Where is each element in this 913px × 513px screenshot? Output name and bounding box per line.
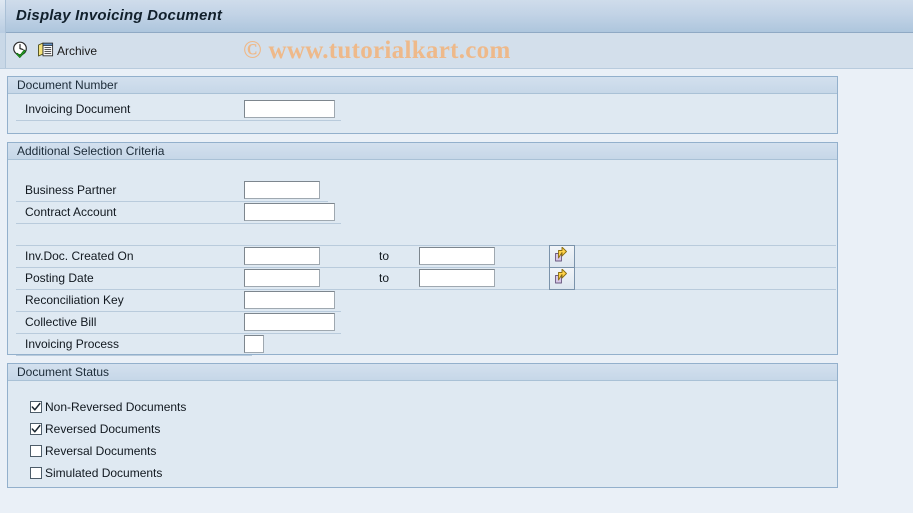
- checkbox-simulated-documents[interactable]: [30, 467, 42, 479]
- input-contract-account[interactable]: [244, 203, 335, 221]
- field-row-collective-bill: Collective Bill: [8, 312, 837, 334]
- label-collective-bill: Collective Bill: [25, 315, 97, 329]
- check-icon: [31, 402, 41, 411]
- application-toolbar: Archive: [0, 33, 913, 69]
- field-underline: [16, 355, 252, 356]
- panel-document-number-header: Document Number: [8, 77, 837, 94]
- input-inv-doc-created-on-to[interactable]: [419, 247, 495, 265]
- checkbox-row-reversed-documents[interactable]: Reversed Documents: [30, 419, 160, 439]
- checkbox-non-reversed-documents[interactable]: [30, 401, 42, 413]
- input-invoicing-document[interactable]: [244, 100, 335, 118]
- field-underline: [16, 223, 341, 224]
- checkbox-label-non-reversed-documents: Non-Reversed Documents: [45, 400, 187, 414]
- multi-selection-button-posting-date[interactable]: [549, 267, 575, 290]
- archive-icon: [37, 42, 54, 61]
- checkbox-label-simulated-documents: Simulated Documents: [45, 466, 163, 480]
- checkbox-row-reversal-documents[interactable]: Reversal Documents: [30, 441, 156, 461]
- input-invoicing-process[interactable]: [244, 335, 264, 353]
- panel-additional-selection-criteria: Additional Selection Criteria Business P…: [7, 142, 838, 356]
- panel-document-status-body: Non-Reversed Documents Reversed Document…: [8, 381, 837, 487]
- field-row-posting-date: Posting Date to: [8, 267, 837, 290]
- label-inv-doc-created-on: Inv.Doc. Created On: [25, 249, 134, 263]
- label-inv-doc-created-on-to: to: [379, 249, 390, 263]
- panel-additional-selection-criteria-header: Additional Selection Criteria: [8, 143, 837, 160]
- field-row-business-partner: Business Partner: [8, 180, 837, 202]
- checkbox-row-simulated-documents[interactable]: Simulated Documents: [30, 463, 162, 483]
- field-row-invoicing-document: Invoicing Document: [8, 99, 837, 121]
- field-row-contract-account: Contract Account: [8, 202, 837, 224]
- clock-check-icon: [12, 41, 29, 61]
- label-reconciliation-key: Reconciliation Key: [25, 293, 124, 307]
- label-invoicing-document: Invoicing Document: [25, 102, 131, 116]
- archive-button-label: Archive: [57, 44, 98, 58]
- panel-document-status-title: Document Status: [17, 365, 110, 379]
- input-posting-date-from[interactable]: [244, 269, 320, 287]
- titlebar-left-edge: [0, 0, 6, 33]
- execute-button[interactable]: [12, 40, 32, 62]
- input-posting-date-to[interactable]: [419, 269, 495, 287]
- label-posting-date: Posting Date: [25, 271, 94, 285]
- toolbar-left-edge: [0, 33, 6, 68]
- window-titlebar: Display Invoicing Document: [0, 0, 913, 33]
- multiple-selection-arrow-icon: [554, 268, 571, 288]
- input-reconciliation-key[interactable]: [244, 291, 335, 309]
- page-title: Display Invoicing Document: [16, 7, 223, 24]
- panel-document-status-header: Document Status: [8, 364, 837, 381]
- input-business-partner[interactable]: [244, 181, 320, 199]
- input-collective-bill[interactable]: [244, 313, 335, 331]
- label-posting-date-to: to: [379, 271, 390, 285]
- field-row-invoicing-process: Invoicing Process: [8, 334, 837, 356]
- panel-additional-selection-criteria-body: Business Partner Contract Account Inv.Do…: [8, 160, 837, 356]
- panel-document-number-title: Document Number: [17, 78, 118, 92]
- field-row-inv-doc-created-on: Inv.Doc. Created On to: [8, 245, 837, 268]
- archive-button[interactable]: Archive: [37, 40, 97, 62]
- label-business-partner: Business Partner: [25, 183, 117, 197]
- checkbox-label-reversal-documents: Reversal Documents: [45, 444, 157, 458]
- field-row-reconciliation-key: Reconciliation Key: [8, 290, 837, 312]
- checkbox-label-reversed-documents: Reversed Documents: [45, 422, 161, 436]
- checkbox-reversal-documents[interactable]: [30, 445, 42, 457]
- field-underline: [16, 120, 341, 121]
- multiple-selection-arrow-icon: [554, 246, 571, 266]
- checkbox-row-non-reversed-documents[interactable]: Non-Reversed Documents: [30, 397, 186, 417]
- checkbox-reversed-documents[interactable]: [30, 423, 42, 435]
- input-inv-doc-created-on-from[interactable]: [244, 247, 320, 265]
- multi-selection-button-inv-doc-created-on[interactable]: [549, 245, 575, 268]
- label-contract-account: Contract Account: [25, 205, 117, 219]
- label-invoicing-process: Invoicing Process: [25, 337, 120, 351]
- panel-document-number: Document Number Invoicing Document: [7, 76, 838, 134]
- panel-document-status: Document Status Non-Reversed Documents R…: [7, 363, 838, 488]
- panel-additional-selection-criteria-title: Additional Selection Criteria: [17, 144, 165, 158]
- panel-document-number-body: Invoicing Document: [8, 94, 837, 133]
- sap-screen: Display Invoicing Document Archive © www…: [0, 0, 913, 513]
- check-icon: [31, 424, 41, 433]
